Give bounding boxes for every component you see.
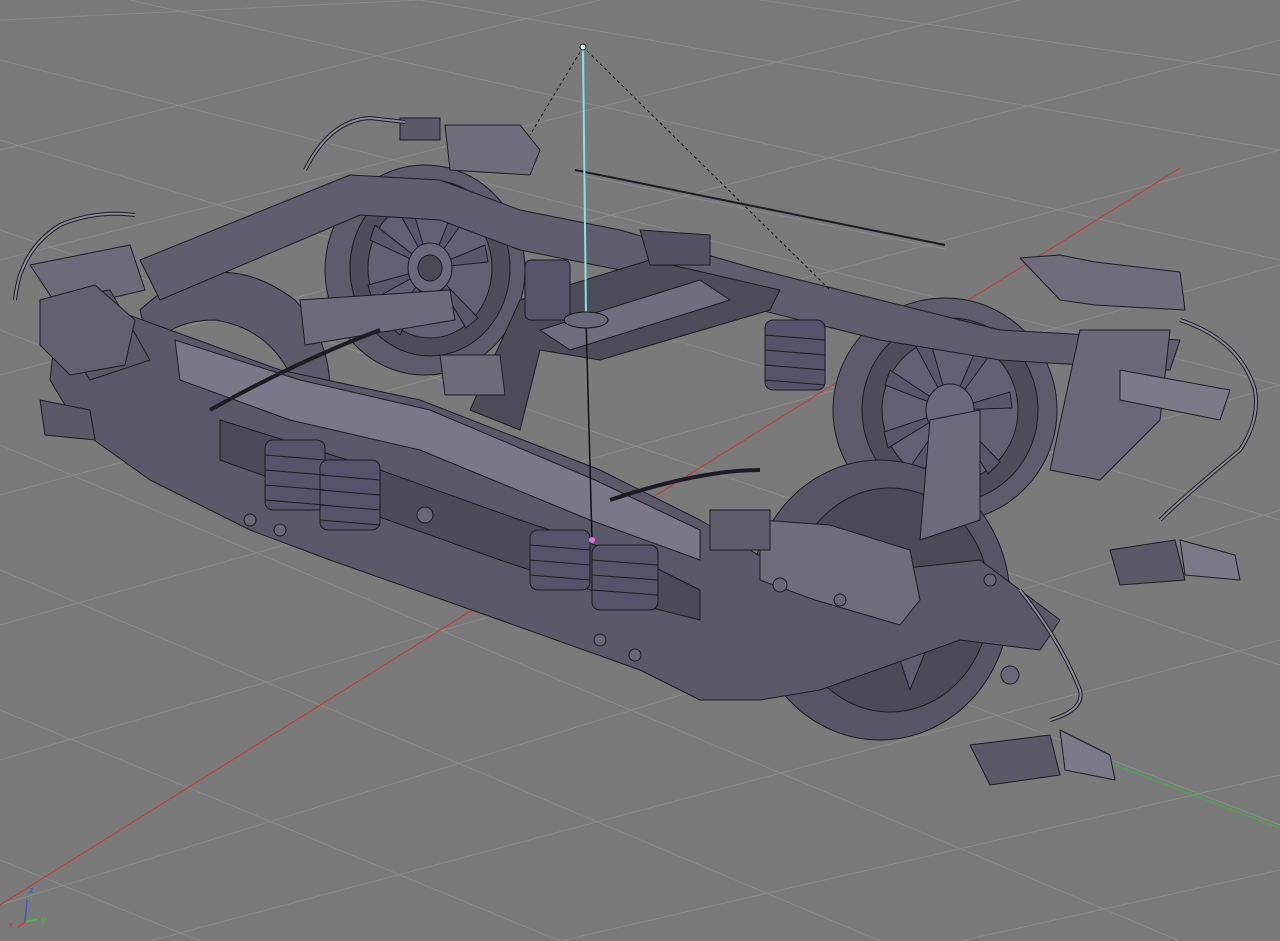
center-pivot[interactable] (563, 311, 609, 329)
gizmo-x-label: x (8, 921, 14, 931)
gizmo-y-label: y (41, 916, 47, 926)
selected-vertex[interactable] (589, 537, 595, 543)
3d-viewport[interactable]: z y x (0, 0, 1280, 941)
viewport-canvas[interactable]: z y x (0, 0, 1280, 941)
axle-right[interactable] (919, 409, 981, 541)
helper-top-vertex[interactable] (579, 43, 587, 51)
springs-back-right[interactable] (764, 319, 826, 391)
gizmo-z-label: z (29, 886, 34, 896)
springs-back-left[interactable] (524, 259, 571, 321)
